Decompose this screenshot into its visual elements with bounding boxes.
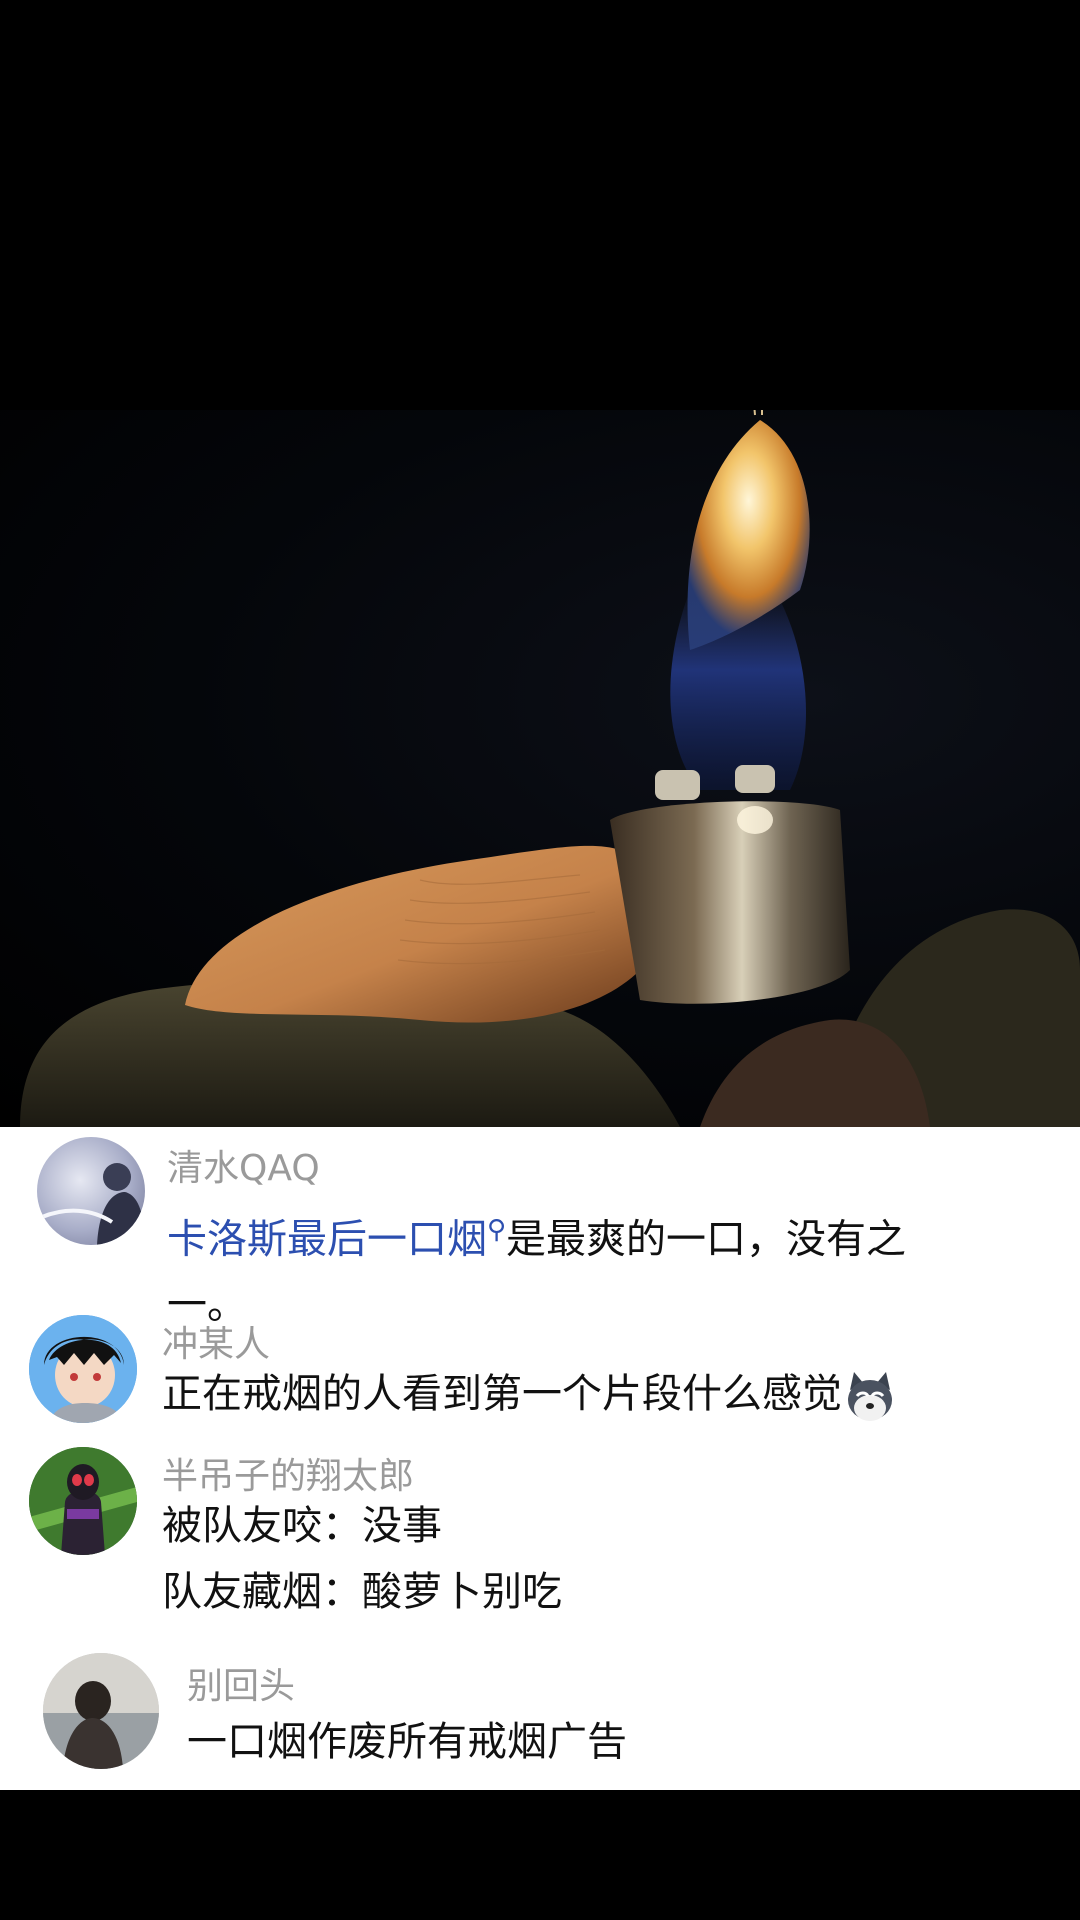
- comment-text-line: 队友藏烟：酸萝卜别吃: [162, 1569, 562, 1615]
- comment-text-line: 被队友咬：没事: [162, 1503, 442, 1549]
- lighter-flame-image: [20, 410, 1080, 1127]
- comment-username[interactable]: 别回头: [187, 1657, 295, 1709]
- avatar[interactable]: [29, 1447, 137, 1555]
- video-player[interactable]: [0, 410, 1080, 1127]
- comment-list: 清水QAQ 卡洛斯最后一口烟⚲是最爽的一口，没有之 一。 冲某人 正在戒烟的人看…: [0, 1127, 1080, 1790]
- comment-text-part: 一。: [167, 1282, 247, 1329]
- avatar[interactable]: [37, 1137, 145, 1245]
- comment-text-line: 一口烟作废所有戒烟广告: [187, 1719, 627, 1765]
- avatar[interactable]: [29, 1315, 137, 1423]
- comment-text-part: 是最爽的一口，没有之: [506, 1216, 907, 1263]
- comment-text: 被队友咬：没事 队友藏烟：酸萝卜别吃: [162, 1493, 562, 1625]
- avatar[interactable]: [43, 1653, 159, 1769]
- comment-username[interactable]: 半吊子的翔太郎: [162, 1447, 414, 1499]
- search-link[interactable]: 卡洛斯最后一口烟: [167, 1216, 487, 1262]
- comment-username[interactable]: 清水QAQ: [167, 1139, 320, 1191]
- comment-text: 正在戒烟的人看到第一个片段什么感觉: [162, 1361, 898, 1427]
- comment-text-part: 正在戒烟的人看到第一个片段什么感觉: [162, 1371, 842, 1417]
- husky-emoji-icon: [842, 1368, 898, 1424]
- comment-text: 卡洛斯最后一口烟⚲是最爽的一口，没有之 一。: [167, 1197, 906, 1338]
- comment-username[interactable]: 冲某人: [162, 1315, 270, 1367]
- comment-text: 一口烟作废所有戒烟广告: [187, 1709, 627, 1775]
- search-icon[interactable]: ⚲: [487, 1215, 506, 1245]
